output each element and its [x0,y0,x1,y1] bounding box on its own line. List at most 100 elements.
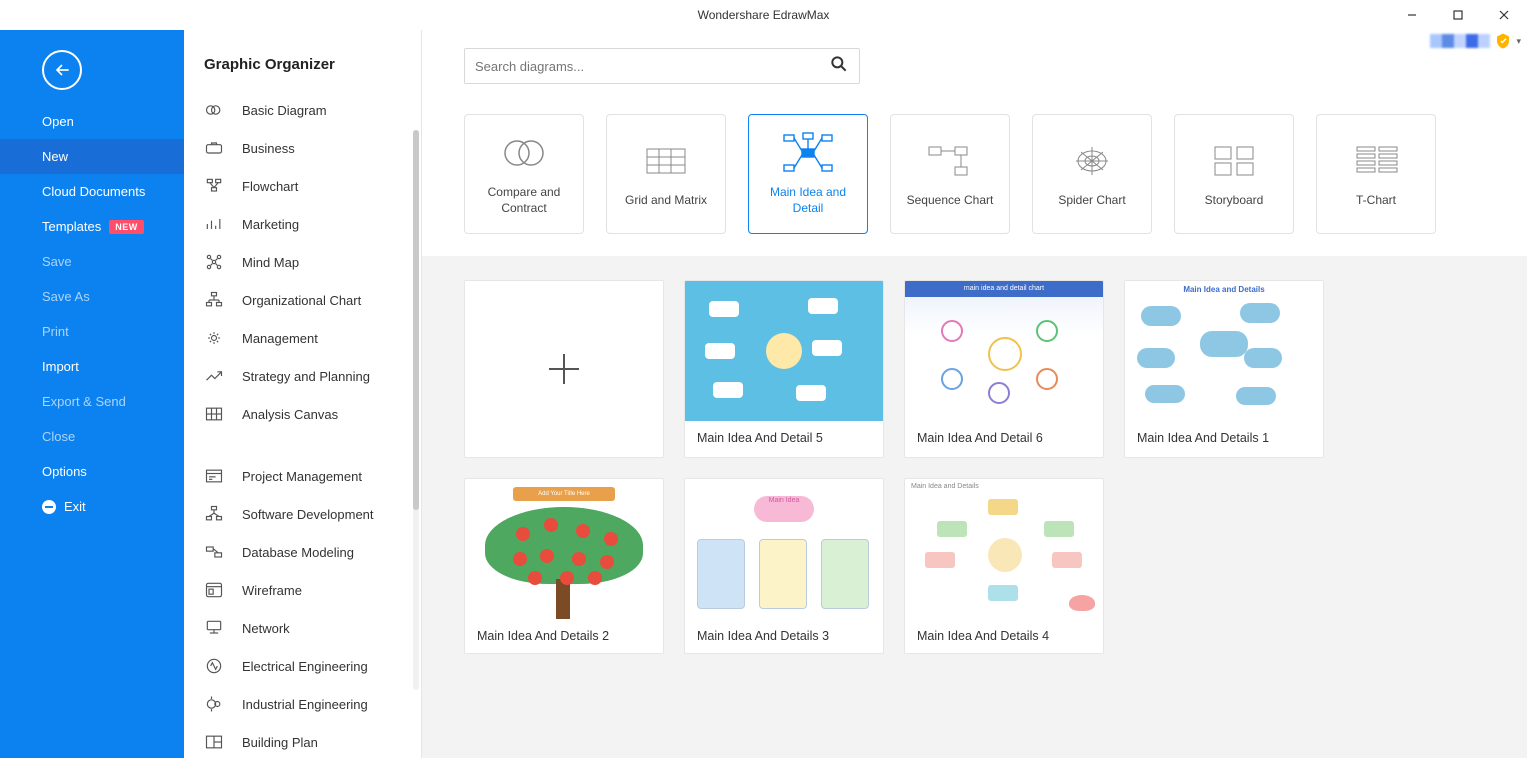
maximize-button[interactable] [1435,0,1481,30]
type-card-mainidea[interactable]: Main Idea and Detail [748,114,868,234]
nav-item-exit[interactable]: Exit [0,489,184,524]
building-plan-icon [204,732,224,752]
category-item-project-management[interactable]: Project Management [184,457,421,495]
type-card-label: Spider Chart [1052,193,1131,209]
business-icon [204,138,224,158]
nav-item-cloud-documents[interactable]: Cloud Documents [0,174,184,209]
user-badge[interactable]: ▾ [1430,32,1521,50]
industrial-engineering-icon [204,694,224,714]
sidebar-nav: Open New Cloud Documents TemplatesNEW Save Sa… [0,30,184,758]
nav-item-open[interactable]: Open [0,104,184,139]
template-thumb: main idea and detail chart [905,281,1103,421]
category-item-business[interactable]: Business [184,129,421,167]
blank-template-card[interactable] [464,280,664,458]
category-item-database-modeling[interactable]: Database Modeling [184,533,421,571]
category-item-label: Electrical Engineering [242,659,368,674]
templates-area: Main Idea And Detail 5 main idea and deta… [422,256,1527,758]
type-card-storyboard[interactable]: Storyboard [1174,114,1294,234]
category-item-label: Management [242,331,318,346]
category-item-label: Analysis Canvas [242,407,338,422]
window-controls [1389,0,1527,30]
type-card-tchart[interactable]: T-Chart [1316,114,1436,234]
type-card-grid[interactable]: Grid and Matrix [606,114,726,234]
app-title: Wondershare EdrawMax [698,8,830,22]
category-item-analysis-canvas[interactable]: Analysis Canvas [184,395,421,433]
nav-item-save-as[interactable]: Save As [0,279,184,314]
nav-item-export-send[interactable]: Export & Send [0,384,184,419]
chevron-down-icon: ▾ [1516,36,1521,47]
template-thumb: Add Your Title Here [465,479,663,619]
nav-item-label: Save [42,254,72,269]
search-input[interactable] [475,59,829,74]
template-card[interactable]: Main Idea And Detail 5 [684,280,884,458]
template-caption: Main Idea And Details 1 [1125,421,1323,455]
category-item-label: Marketing [242,217,299,232]
nav-item-templates[interactable]: TemplatesNEW [0,209,184,244]
analysis-canvas-icon [204,404,224,424]
category-item-software-development[interactable]: Software Development [184,495,421,533]
nav-item-print[interactable]: Print [0,314,184,349]
category-item-label: Basic Diagram [242,103,327,118]
template-thumb: Main Idea and Details [905,479,1103,619]
template-thumb: Main Idea [685,479,883,619]
close-button[interactable] [1481,0,1527,30]
template-caption: Main Idea And Details 2 [465,619,663,653]
category-item-strategy-and-planning[interactable]: Strategy and Planning [184,357,421,395]
nav-item-close[interactable]: Close [0,419,184,454]
type-card-label: T-Chart [1350,193,1402,209]
category-item-building-plan[interactable]: Building Plan [184,723,421,758]
category-item-flowchart[interactable]: Flowchart [184,167,421,205]
scrollbar-thumb[interactable] [413,130,419,510]
content-area: Compare and Contract Grid and Matrix Main … [422,30,1527,758]
minimize-button[interactable] [1389,0,1435,30]
type-card-spider[interactable]: Spider Chart [1032,114,1152,234]
category-item-basic-diagram[interactable]: Basic Diagram [184,91,421,129]
type-card-label: Compare and Contract [465,185,583,216]
category-item-wireframe[interactable]: Wireframe [184,571,421,609]
template-card[interactable]: Main IdeaMain Idea And Details 3 [684,478,884,654]
template-thumb: Main Idea and Details [1125,281,1323,421]
template-caption: Main Idea And Detail 6 [905,421,1103,455]
nav-item-save[interactable]: Save [0,244,184,279]
network-icon [204,618,224,638]
new-badge: NEW [109,220,144,234]
organizational-chart-icon [204,290,224,310]
nav-item-label: Open [42,114,74,129]
type-card-compare[interactable]: Compare and Contract [464,114,584,234]
category-item-label: Network [242,621,290,636]
template-card[interactable]: Main Idea and DetailsMain Idea And Detai… [1124,280,1324,458]
type-card-sequence[interactable]: Sequence Chart [890,114,1010,234]
type-card-label: Main Idea and Detail [749,185,867,216]
category-item-label: Database Modeling [242,545,354,560]
category-item-mind-map[interactable]: Mind Map [184,243,421,281]
category-item-label: Wireframe [242,583,302,598]
category-item-label: Industrial Engineering [242,697,368,712]
premium-shield-icon [1494,32,1512,50]
nav-item-import[interactable]: Import [0,349,184,384]
template-card[interactable]: main idea and detail chartMain Idea And … [904,280,1104,458]
category-item-electrical-engineering[interactable]: Electrical Engineering [184,647,421,685]
tchart-icon [1346,139,1406,183]
spider-icon [1062,139,1122,183]
nav-item-options[interactable]: Options [0,454,184,489]
nav-item-new[interactable]: New [0,139,184,174]
back-button[interactable] [42,50,82,90]
flowchart-icon [204,176,224,196]
category-item-network[interactable]: Network [184,609,421,647]
type-card-label: Grid and Matrix [619,193,713,209]
search-icon[interactable] [829,54,849,79]
template-card[interactable]: Main Idea and DetailsMain Idea And Detai… [904,478,1104,654]
category-item-industrial-engineering[interactable]: Industrial Engineering [184,685,421,723]
electrical-engineering-icon [204,656,224,676]
user-avatar-pixels [1430,34,1490,48]
category-header: Graphic Organizer [184,30,421,91]
category-item-organizational-chart[interactable]: Organizational Chart [184,281,421,319]
template-card[interactable]: Add Your Title HereMain Idea And Details… [464,478,664,654]
template-caption: Main Idea And Detail 5 [685,421,883,455]
category-item-marketing[interactable]: Marketing [184,205,421,243]
nav-item-label: Cloud Documents [42,184,145,199]
category-scrollbar[interactable] [413,130,419,690]
management-icon [204,328,224,348]
search-box[interactable] [464,48,860,84]
category-item-management[interactable]: Management [184,319,421,357]
